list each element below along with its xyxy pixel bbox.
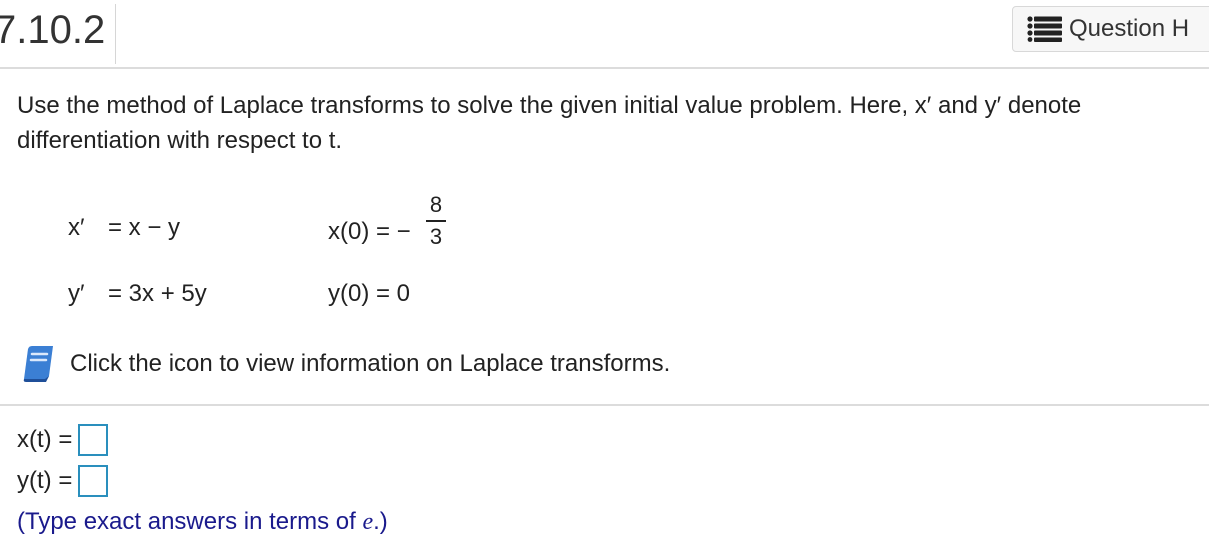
list-icon bbox=[1027, 16, 1062, 42]
equation-1-lhs: x′ bbox=[68, 214, 85, 241]
initial-condition-x-lhs: x(0) = − bbox=[328, 218, 411, 245]
book-icon[interactable] bbox=[20, 345, 56, 383]
question-number: 7.10.2 bbox=[0, 4, 117, 64]
fraction-denominator: 3 bbox=[429, 224, 443, 249]
hint-variable: e bbox=[362, 509, 374, 535]
hint-suffix: .) bbox=[373, 508, 388, 535]
answer-y-input[interactable] bbox=[78, 465, 109, 497]
equation-1-rhs: = x − y bbox=[108, 214, 181, 241]
question-help-label: Question H bbox=[1069, 15, 1190, 42]
fraction-numerator: 8 bbox=[429, 192, 443, 217]
answer-x-row: x(t) = bbox=[17, 424, 109, 456]
answer-x-input[interactable] bbox=[78, 424, 109, 456]
header-divider bbox=[0, 67, 1209, 69]
laplace-info-text: Click the icon to view information on La… bbox=[70, 350, 671, 377]
question-help-button[interactable]: Question H bbox=[1012, 6, 1209, 52]
question-header: 7.10.2 Question H bbox=[0, 0, 1209, 68]
initial-condition-y: y(0) = 0 bbox=[328, 280, 411, 307]
fraction-bar bbox=[426, 220, 446, 222]
equation-2-rhs: = 3x + 5y bbox=[108, 280, 207, 307]
answer-divider bbox=[0, 404, 1209, 406]
answer-x-label: x(t) = bbox=[17, 426, 73, 453]
initial-condition-x-fraction: 8 3 bbox=[426, 192, 446, 250]
laplace-info: Click the icon to view information on La… bbox=[20, 346, 670, 382]
answer-y-row: y(t) = bbox=[17, 465, 109, 497]
answer-hint: (Type exact answers in terms of e.) bbox=[17, 508, 388, 536]
hint-prefix: (Type exact answers in terms of bbox=[17, 508, 363, 535]
equation-2-lhs: y′ bbox=[68, 280, 85, 307]
answer-y-label: y(t) = bbox=[17, 467, 73, 494]
problem-statement: Use the method of Laplace transforms to … bbox=[17, 92, 1082, 154]
